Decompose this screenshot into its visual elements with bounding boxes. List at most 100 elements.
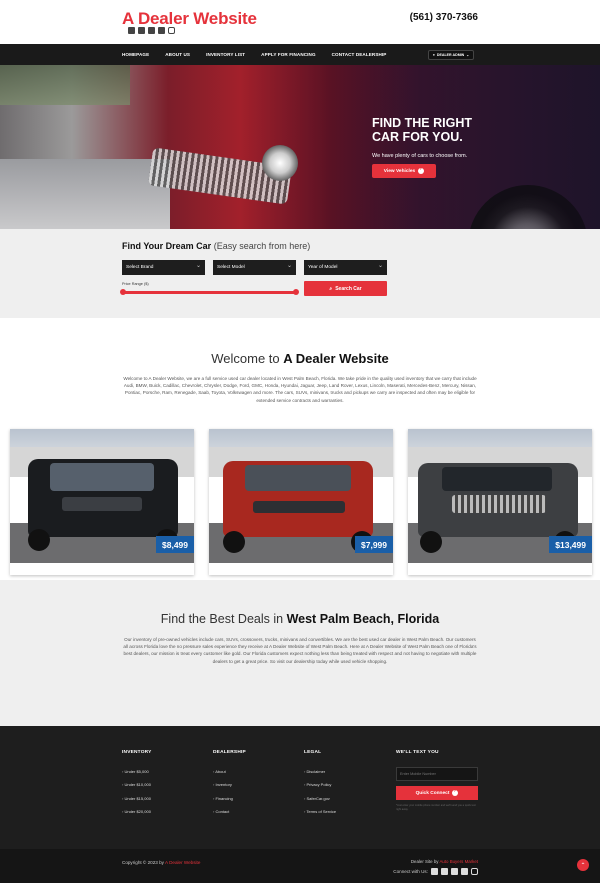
year-select[interactable]: Year of Model <box>304 260 387 275</box>
vehicle-card[interactable]: $8,499 <box>10 429 194 575</box>
copyright-prefix: Copyright © 2023 by <box>122 860 164 865</box>
vehicle-price: $7,999 <box>355 536 393 553</box>
welcome-title-bold: A Dealer Website <box>283 351 389 366</box>
main-nav: HOMEPAGE ABOUT US INVENTORY LIST APPLY F… <box>0 44 600 65</box>
brand-select[interactable]: Select Brand <box>122 260 205 275</box>
welcome-text: Welcome to A Dealer Website, we are a fu… <box>123 376 477 403</box>
footer-link-disclaimer[interactable]: Disclaimer <box>304 769 336 774</box>
footer-text-us-title: WE'LL TEXT YOU <box>396 750 439 755</box>
view-vehicles-label: View Vehicles <box>383 168 416 174</box>
nav-homepage[interactable]: HOMEPAGE <box>122 52 149 57</box>
quick-connect-note: *Just enter your mobile phone number and… <box>396 804 476 811</box>
linkedin-icon[interactable] <box>451 868 458 875</box>
googleplus-icon[interactable] <box>461 868 468 875</box>
footer-legal-column: LEGAL Disclaimer Privacy Policy SaferCar… <box>304 750 336 823</box>
price-max-handle[interactable] <box>293 289 299 295</box>
hero-background-road <box>0 159 170 229</box>
search-title-suffix: (Easy search from here) <box>213 241 311 251</box>
deals-section: Find the Best Deals in West Palm Beach, … <box>0 580 600 726</box>
back-to-top-button[interactable]: ⌃ <box>577 859 589 871</box>
instagram-icon[interactable] <box>168 27 175 34</box>
deals-text: Our inventory of pre-owned vehicles incl… <box>123 637 477 664</box>
footer-link-under-5000[interactable]: Under $5,000 <box>122 769 152 774</box>
facebook-icon[interactable] <box>431 868 438 875</box>
hero-background-trees <box>0 65 130 105</box>
chevron-down-icon: ⌄ <box>466 53 470 57</box>
deals-title-prefix: Find the Best Deals in <box>160 612 284 626</box>
footer-legal-title: LEGAL <box>304 750 322 755</box>
footer-link-privacy[interactable]: Privacy Policy <box>304 782 336 787</box>
footer-link-about[interactable]: About <box>213 769 246 774</box>
footer-connect: Connect with Us: <box>393 868 478 875</box>
arrow-right-icon <box>418 166 425 174</box>
price-range-label: Price Range ($) <box>122 282 149 286</box>
price-min-handle[interactable] <box>120 289 126 295</box>
search-car-label: Search Car <box>335 285 362 292</box>
site-credit: Dealer Site by Auto Buyers Market <box>411 859 478 864</box>
arrow-right-icon <box>452 788 459 796</box>
instagram-icon[interactable] <box>471 868 478 875</box>
search-icon: ⌕ <box>329 285 333 292</box>
hero-title: FIND THE RIGHT CAR FOR YOU. <box>372 116 472 144</box>
vehicle-price: $13,499 <box>549 536 592 553</box>
credit-link[interactable]: Auto Buyers Market <box>439 859 478 864</box>
nav-apply-financing[interactable]: APPLY FOR FINANCING <box>261 52 315 57</box>
hero-car-headlight <box>262 145 298 181</box>
footer-link-under-10000[interactable]: Under $10,000 <box>122 782 152 787</box>
footer-inventory-column: INVENTORY Under $5,000 Under $10,000 Und… <box>122 750 152 823</box>
chevron-up-icon: ⌃ <box>580 862 586 869</box>
header-social-links <box>128 27 175 34</box>
footer-inventory-title: INVENTORY <box>122 750 152 755</box>
welcome-section: Welcome to A Dealer Website Welcome to A… <box>0 318 600 580</box>
footer-link-under-15000[interactable]: Under $15,000 <box>122 796 152 801</box>
price-range-slider[interactable] <box>120 289 299 295</box>
facebook-icon[interactable] <box>128 27 135 34</box>
footer-bottom-bar: Copyright © 2023 by A Dealer Website Dea… <box>0 849 600 883</box>
hero-subtitle: We have plenty of cars to choose from. <box>372 153 468 159</box>
vehicle-card[interactable]: $13,499 <box>408 429 592 575</box>
dealer-admin-label: DEALER ADMIN <box>436 53 465 57</box>
footer-dealership-title: DEALERSHIP <box>213 750 246 755</box>
view-vehicles-button[interactable]: View Vehicles <box>372 164 436 178</box>
deals-title-bold: West Palm Beach, Florida <box>286 612 440 626</box>
search-section: Find Your Dream Car (Easy search from he… <box>0 229 600 318</box>
phone-number[interactable]: (561) 370-7366 <box>410 12 478 23</box>
vehicle-price: $8,499 <box>156 536 194 553</box>
footer-link-under-20000[interactable]: Under $20,000 <box>122 809 152 814</box>
site-footer: INVENTORY Under $5,000 Under $10,000 Und… <box>0 726 600 849</box>
welcome-title: Welcome to A Dealer Website <box>0 351 600 366</box>
twitter-icon[interactable] <box>138 27 145 34</box>
nav-about-us[interactable]: ABOUT US <box>165 52 190 57</box>
connect-label: Connect with Us: <box>393 869 428 874</box>
dealer-admin-button[interactable]: ● DEALER ADMIN ⌄ <box>428 50 474 60</box>
footer-dealership-column: DEALERSHIP About Inventory Financing Con… <box>213 750 246 823</box>
footer-text-us-column: WE'LL TEXT YOU Enter Mobile Number Quick… <box>396 750 480 811</box>
deals-title: Find the Best Deals in West Palm Beach, … <box>0 612 600 626</box>
site-logo[interactable]: A Dealer Website <box>122 9 257 29</box>
quick-connect-label: Quick Connect <box>415 790 450 796</box>
copyright: Copyright © 2023 by A Dealer Website <box>122 860 200 865</box>
footer-link-financing[interactable]: Financing <box>213 796 246 801</box>
site-header: A Dealer Website (561) 370-7366 <box>0 0 600 44</box>
twitter-icon[interactable] <box>441 868 448 875</box>
search-car-button[interactable]: ⌕ Search Car <box>304 281 387 296</box>
hero-overlay <box>320 65 600 229</box>
vehicle-card[interactable]: $7,999 <box>209 429 393 575</box>
hero-banner: FIND THE RIGHT CAR FOR YOU. We have plen… <box>0 65 600 229</box>
footer-link-inventory[interactable]: Inventory <box>213 782 246 787</box>
googleplus-icon[interactable] <box>158 27 165 34</box>
copyright-link[interactable]: A Dealer Website <box>165 860 200 865</box>
mobile-number-input[interactable]: Enter Mobile Number <box>396 767 478 781</box>
nav-contact-dealership[interactable]: CONTACT DEALERSHIP <box>332 52 387 57</box>
model-select[interactable]: Select Model <box>213 260 296 275</box>
welcome-title-prefix: Welcome to <box>211 351 280 366</box>
footer-link-safercar[interactable]: SaferCar.gov <box>304 796 336 801</box>
footer-link-terms[interactable]: Terms of Service <box>304 809 336 814</box>
search-title: Find Your Dream Car (Easy search from he… <box>122 241 310 251</box>
linkedin-icon[interactable] <box>148 27 155 34</box>
footer-link-contact[interactable]: Contact <box>213 809 246 814</box>
user-icon: ● <box>432 53 435 57</box>
quick-connect-button[interactable]: Quick Connect <box>396 786 478 800</box>
credit-prefix: Dealer Site by <box>410 859 439 864</box>
nav-inventory-list[interactable]: INVENTORY LIST <box>206 52 245 57</box>
